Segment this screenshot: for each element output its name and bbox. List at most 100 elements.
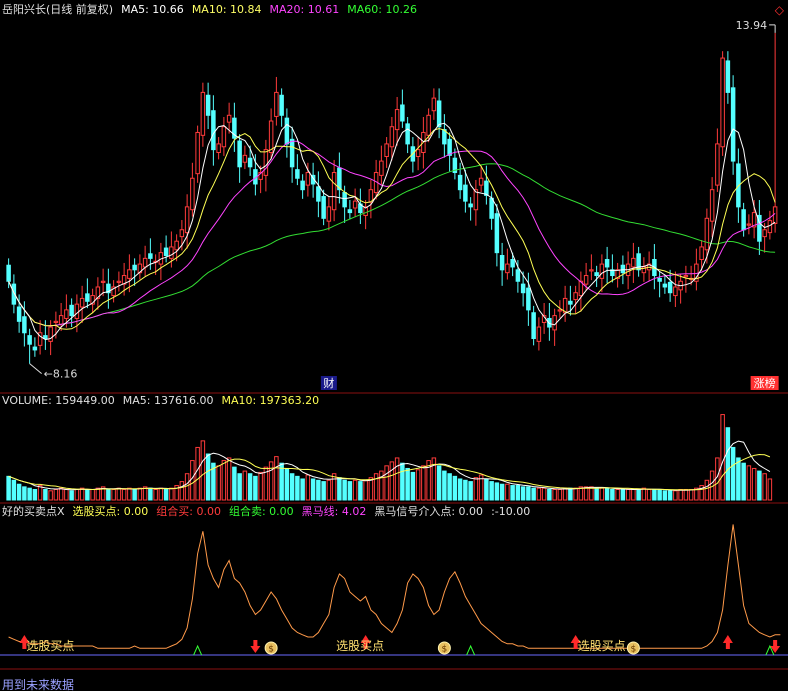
candle-body xyxy=(179,229,185,238)
volume-bar xyxy=(688,488,694,501)
candle-body xyxy=(263,149,269,176)
sell-signal-icon xyxy=(466,644,476,656)
volume-bar xyxy=(137,487,143,501)
volume-bar xyxy=(190,460,195,501)
candle-body xyxy=(169,246,174,259)
candle-body xyxy=(200,91,206,136)
volume-bar xyxy=(242,470,248,501)
volume-bar xyxy=(200,440,206,501)
volume-bar xyxy=(468,481,473,501)
price-header-0: 岳阳兴长(日线 前复权) xyxy=(2,2,113,16)
close-icon[interactable]: ◇ xyxy=(775,3,784,17)
volume-bar xyxy=(657,488,662,501)
candle-body xyxy=(216,143,221,153)
candle-body xyxy=(43,335,48,339)
candle-body xyxy=(468,203,473,208)
candle-body xyxy=(221,126,227,148)
volume-bar xyxy=(473,477,479,501)
candle-body xyxy=(573,292,578,301)
volume-bar xyxy=(531,487,536,501)
volume-bar xyxy=(715,457,720,501)
volume-bar xyxy=(95,487,101,501)
volume-bar xyxy=(363,479,368,501)
volume-bar xyxy=(253,475,258,501)
volume-bar xyxy=(326,479,332,501)
candle-body xyxy=(709,189,715,222)
candle-body xyxy=(27,335,32,345)
volume-bar xyxy=(111,488,116,501)
candle-body xyxy=(772,206,778,224)
volume-bar xyxy=(625,488,631,501)
volume-bar xyxy=(53,488,59,501)
candle-body xyxy=(426,114,431,136)
candle-body xyxy=(342,192,347,208)
volume-bar xyxy=(552,488,557,501)
candle-body xyxy=(557,309,563,312)
candle-body xyxy=(715,143,720,186)
candle-body xyxy=(326,206,332,222)
volume-bar xyxy=(268,461,274,501)
price-header-4: MA60: 10.26 xyxy=(347,3,417,16)
candle-body xyxy=(237,140,242,168)
volume-bar xyxy=(683,488,689,501)
indicator-line xyxy=(8,524,781,649)
volume-bar xyxy=(163,488,169,501)
volume-bar xyxy=(221,460,227,501)
candle-body xyxy=(100,280,106,283)
volume-bar xyxy=(405,467,410,501)
volume-bar xyxy=(169,487,174,501)
volume-bar xyxy=(247,473,253,501)
volume-bar xyxy=(184,473,190,501)
candle-body xyxy=(274,91,279,117)
sell-signal-icon xyxy=(193,644,203,656)
sell-arrow-icon xyxy=(250,640,261,653)
volume-bar xyxy=(652,488,657,501)
volume-bar xyxy=(505,483,510,501)
candle-body xyxy=(195,131,200,175)
volume-bar xyxy=(599,487,605,501)
volume-bar xyxy=(358,481,363,501)
candle-body xyxy=(725,60,731,93)
volume-bar xyxy=(337,477,342,501)
candle-body xyxy=(400,104,405,122)
candle-body xyxy=(673,286,678,297)
candle-body xyxy=(190,177,195,211)
volume-bar xyxy=(321,481,326,501)
volume-bar xyxy=(205,453,211,501)
candle-body xyxy=(526,287,531,311)
volume-bar xyxy=(615,488,620,501)
ma20-line xyxy=(8,140,776,327)
volume-bar xyxy=(673,490,678,501)
volume-bar xyxy=(389,461,395,501)
volume-bar xyxy=(494,482,500,501)
volume-ma5-line xyxy=(8,440,771,491)
candle-body xyxy=(16,306,22,322)
volume-bar xyxy=(762,473,767,501)
candle-body xyxy=(767,220,773,234)
volume-bar xyxy=(195,446,200,501)
volume-bar xyxy=(484,478,489,501)
candle-body xyxy=(515,269,521,282)
volume-bar xyxy=(547,488,552,501)
candle-body xyxy=(32,346,38,351)
candle-body xyxy=(79,297,85,308)
volume-bar xyxy=(725,427,731,501)
candle-body xyxy=(484,180,489,196)
indicator-label-2: 选股买点 xyxy=(578,639,626,653)
volume-bar xyxy=(379,470,384,501)
candle-body xyxy=(289,138,295,168)
candle-body xyxy=(379,160,384,176)
volume-bar xyxy=(631,488,636,501)
volume-bar xyxy=(384,465,389,501)
volume-bar xyxy=(132,488,137,501)
volume-bar xyxy=(347,481,353,501)
candle-body xyxy=(268,120,274,153)
volume-bar xyxy=(153,488,158,501)
volume-bar xyxy=(232,466,237,501)
high-label: 13.94 xyxy=(736,19,768,32)
candle-body xyxy=(64,309,69,319)
volume-bar xyxy=(284,467,290,501)
low-label: ←8.16 xyxy=(44,368,78,381)
volume-bar xyxy=(179,481,185,501)
volume-bar xyxy=(48,490,53,501)
